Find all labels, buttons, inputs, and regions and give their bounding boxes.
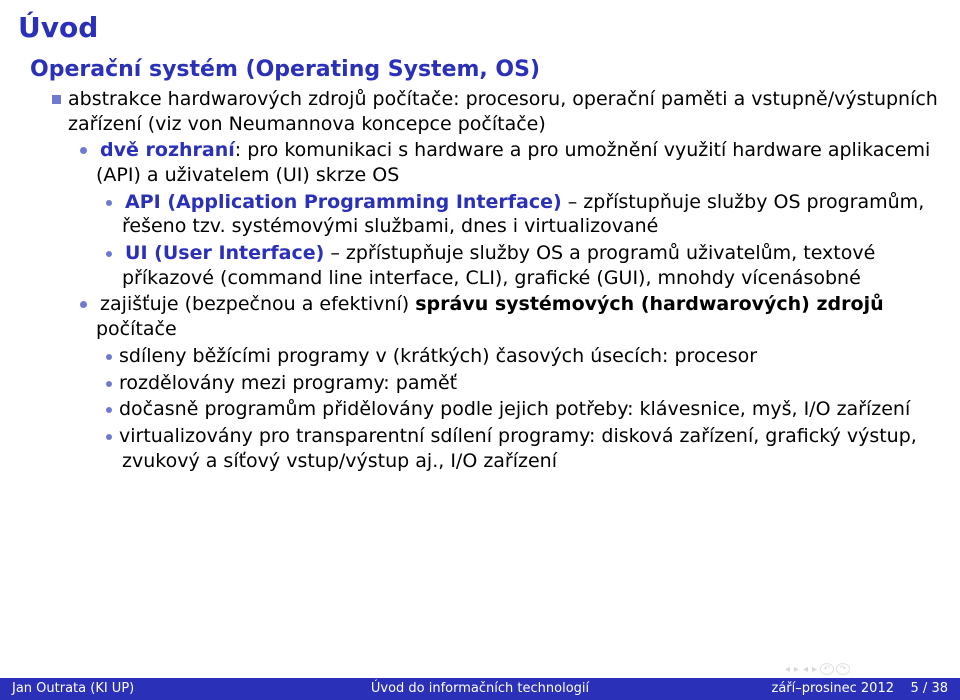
nav-undo-icon[interactable]: ↶ <box>820 663 834 675</box>
footer-author: Jan Outrata (KI UP) <box>0 678 320 700</box>
bullet-shared: sdíleny běžícími programy v (krátkých) č… <box>106 344 942 369</box>
nav-redo-icon[interactable]: ↷ <box>836 663 850 675</box>
footer-date: září–prosinec 2012 <box>772 681 895 698</box>
bullet-abstraction: abstrakce hardwarových zdrojů počítače: … <box>52 87 942 136</box>
text-man-post: počítače <box>96 318 177 340</box>
footer-bar: Jan Outrata (KI UP) Úvod do informačních… <box>0 678 960 700</box>
bullet-virtualized: virtualizovány pro transparentní sdílení… <box>106 424 942 473</box>
footer-page: 5 / 38 <box>911 681 948 698</box>
label-two-interfaces: dvě rozhraní <box>100 139 235 161</box>
nav-prev-slide-icon[interactable]: ◂ <box>802 663 809 676</box>
label-ui: UI (User Interface) <box>125 242 324 264</box>
footer-right: září–prosinec 2012 5 / 38 <box>640 678 960 700</box>
nav-prev-section-icon[interactable]: ◂ <box>784 663 791 676</box>
text-man-pre: zajišťuje (bezpečnou a efektivní) <box>100 293 415 315</box>
nav-next-slide-icon[interactable]: ▸ <box>811 663 818 676</box>
text-man-bold: správu systémových (hardwarových) zdrojů <box>415 293 883 315</box>
bullet-management: zajišťuje (bezpečnou a efektivní) správu… <box>80 292 942 341</box>
nav-next-section-icon[interactable]: ▸ <box>793 663 800 676</box>
bullet-two-interfaces: dvě rozhraní: pro komunikaci s hardware … <box>80 138 942 187</box>
footer-title: Úvod do informačních technologií <box>320 678 640 700</box>
slide-title: Úvod <box>18 10 942 46</box>
bullet-divided: rozdělovány mezi programy: paměť <box>106 371 942 396</box>
bullet-api: API (Application Programming Interface) … <box>106 190 942 239</box>
label-api: API (Application Programming Interface) <box>125 191 562 213</box>
section-heading: Operační systém (Operating System, OS) <box>30 56 942 85</box>
bullet-assigned: dočasně programům přidělovány podle jeji… <box>106 397 942 422</box>
bullet-ui: UI (User Interface) – zpřístupňuje služb… <box>106 241 942 290</box>
nav-controls: ◂ ▸ ◂ ▸ ↶ ↷ <box>784 663 850 676</box>
